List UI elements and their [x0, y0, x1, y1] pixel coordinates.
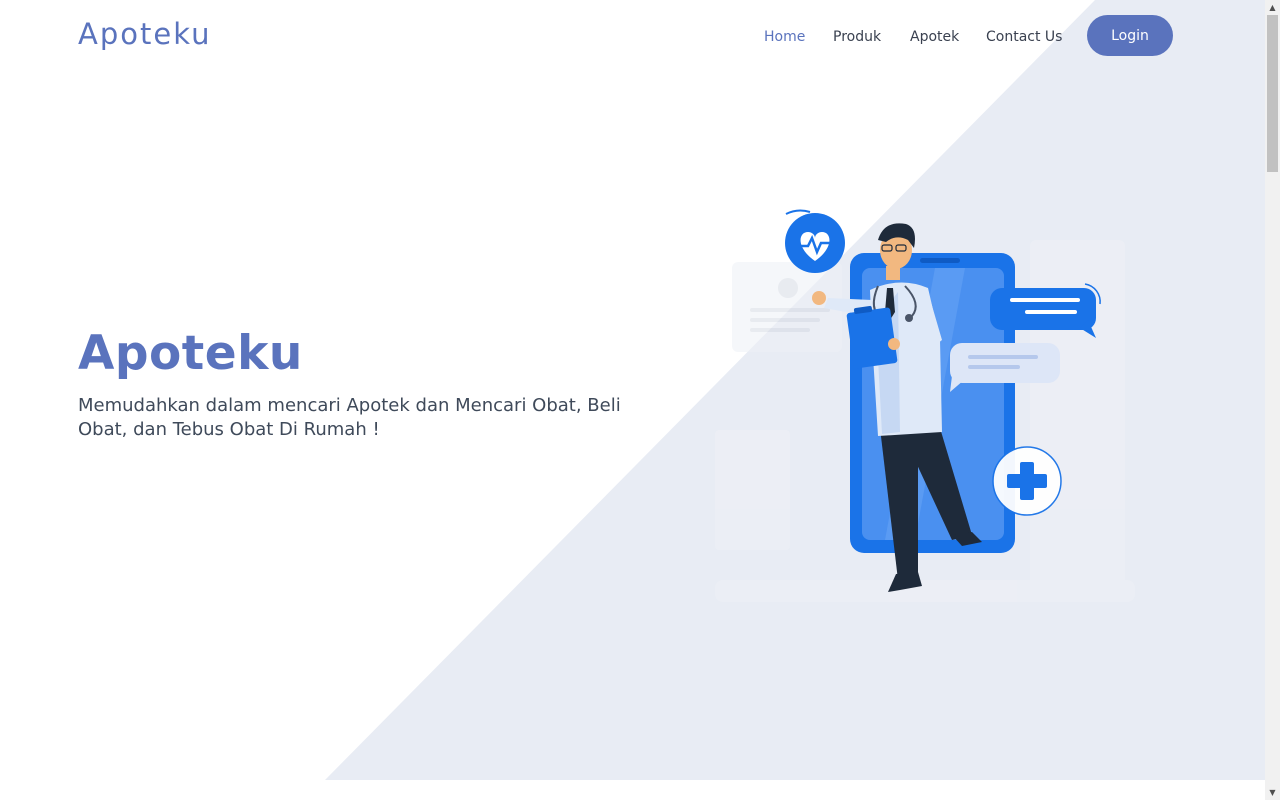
hero-title: Apoteku — [78, 326, 303, 381]
page-viewport: Apoteku Home Produk Apotek Contact Us Lo… — [0, 0, 1265, 800]
nav-link-contact-us[interactable]: Contact Us — [986, 29, 1062, 45]
heartbeat-icon — [785, 209, 845, 273]
login-button[interactable]: Login — [1087, 15, 1173, 56]
nav-link-apotek[interactable]: Apotek — [910, 29, 959, 45]
doctor-illustration — [715, 209, 1135, 602]
scrollbar-thumb[interactable] — [1267, 15, 1278, 172]
scroll-down-arrow-icon[interactable]: ▼ — [1265, 785, 1280, 800]
vertical-scrollbar[interactable]: ▲ ▼ — [1265, 0, 1280, 800]
nav-link-home[interactable]: Home — [764, 29, 805, 45]
scroll-up-arrow-icon[interactable]: ▲ — [1265, 0, 1280, 15]
hero-subtitle: Memudahkan dalam mencari Apotek dan Menc… — [78, 395, 621, 440]
nav-link-produk[interactable]: Produk — [833, 29, 881, 45]
plus-cross-icon — [992, 446, 1062, 516]
navbar: Apoteku Home Produk Apotek Contact Us Lo… — [0, 0, 1265, 74]
brand-logo[interactable]: Apoteku — [78, 17, 211, 51]
